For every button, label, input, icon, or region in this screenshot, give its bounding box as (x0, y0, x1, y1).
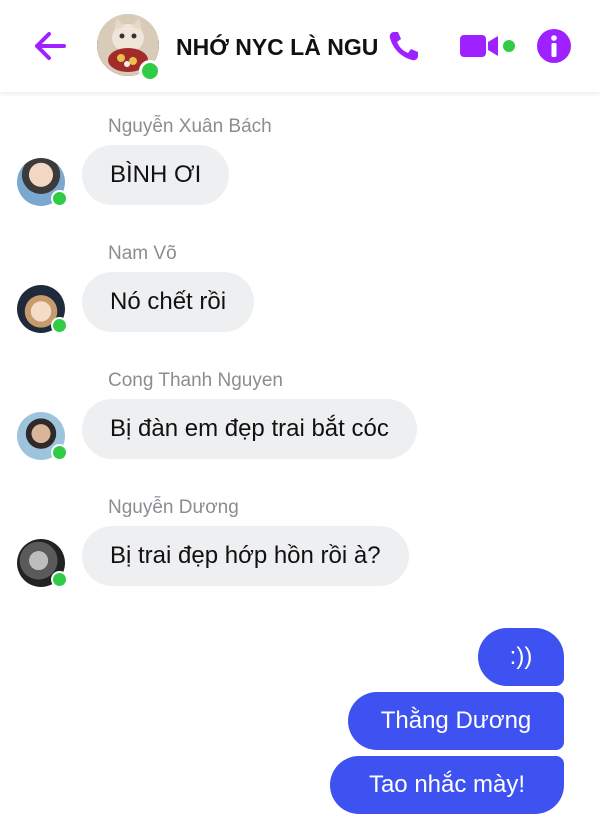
sender-name: Nam Võ (108, 243, 177, 264)
message-bubble[interactable]: BÌNH ƠI (82, 145, 230, 205)
online-indicator (51, 317, 68, 334)
online-indicator (139, 60, 161, 82)
back-arrow-icon (35, 32, 66, 60)
outgoing-message-bubble[interactable]: Tao nhắc mày! (330, 756, 564, 814)
online-indicator (51, 190, 68, 207)
info-button[interactable] (535, 27, 573, 65)
video-camera-icon (460, 35, 515, 57)
sender-name: Nguyễn Dương (108, 497, 239, 518)
sender-name: Nguyễn Xuân Bách (108, 116, 272, 137)
chat-header: NHỚ NYC LÀ NGU (0, 0, 600, 92)
back-button[interactable] (30, 26, 70, 66)
info-icon (537, 29, 571, 63)
online-indicator (51, 444, 68, 461)
outgoing-message-bubble[interactable]: :)) (478, 628, 564, 686)
phone-icon (389, 32, 418, 61)
chat-title[interactable]: NHỚ NYC LÀ NGU (176, 30, 412, 64)
video-call-button[interactable] (459, 28, 519, 64)
outgoing-message-bubble[interactable]: Thằng Dương (348, 692, 564, 750)
phone-call-button[interactable] (386, 28, 422, 64)
message-bubble[interactable]: Bị đàn em đẹp trai bắt cóc (82, 399, 417, 459)
online-indicator (51, 571, 68, 588)
message-bubble[interactable]: Bị trai đẹp hớp hồn rồi à? (82, 526, 409, 586)
sender-name: Cong Thanh Nguyen (108, 370, 283, 391)
message-bubble[interactable]: Nó chết rồi (82, 272, 255, 332)
